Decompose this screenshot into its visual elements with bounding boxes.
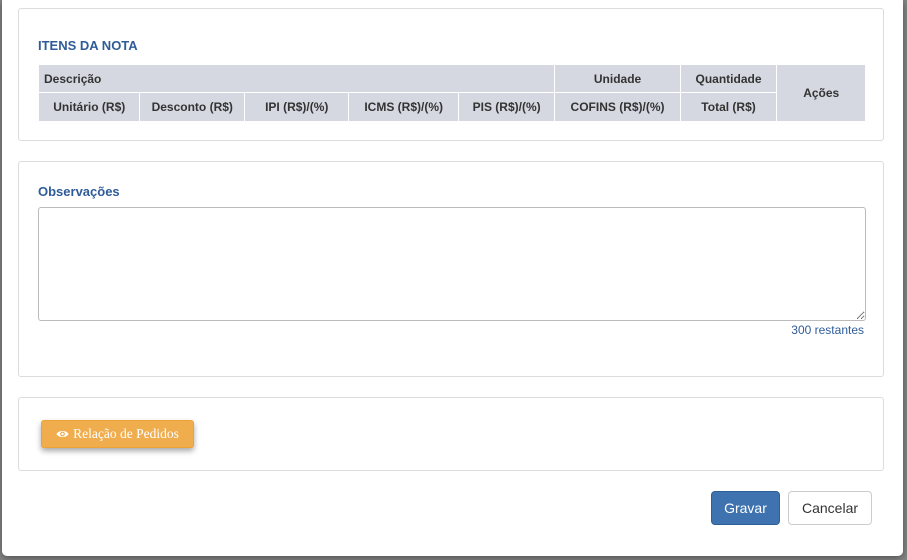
col-desconto: Desconto (R$) (139, 92, 246, 122)
itens-panel: ITENS DA NOTA Descrição Unidade Quantida… (18, 8, 884, 141)
col-descricao: Descrição (37, 64, 556, 93)
col-quantidade: Quantidade (679, 64, 778, 93)
observacoes-title: Observações (38, 184, 120, 199)
col-acoes: Ações (776, 64, 866, 122)
relacao-pedidos-label: Relação de Pedidos (73, 426, 179, 441)
relacao-pedidos-button[interactable]: Relação de Pedidos (41, 420, 194, 448)
col-unitario: Unitário (R$) (37, 92, 141, 122)
save-button[interactable]: Gravar (711, 491, 780, 525)
col-total: Total (R$) (679, 92, 778, 122)
table-header-row: Unitário (R$) Desconto (R$) IPI (R$)/(%)… (37, 92, 866, 122)
table-header-row: Descrição Unidade Quantidade Ações (37, 64, 866, 122)
itens-title: ITENS DA NOTA (38, 38, 138, 53)
col-ipi: IPI (R$)/(%) (244, 92, 350, 122)
eye-icon (56, 429, 69, 439)
observacoes-textarea[interactable] (38, 207, 866, 321)
invoice-modal: ITENS DA NOTA Descrição Unidade Quantida… (2, 0, 903, 556)
remaining-chars-counter: 300 restantes (791, 323, 864, 337)
itens-table: Descrição Unidade Quantidade Ações Unitá… (37, 64, 866, 122)
pedidos-panel: Relação de Pedidos (18, 397, 884, 471)
col-cofins: COFINS (R$)/(%) (554, 92, 681, 122)
col-unidade: Unidade (554, 64, 681, 93)
col-pis: PIS (R$)/(%) (457, 92, 556, 122)
cancel-button[interactable]: Cancelar (788, 491, 872, 525)
col-icms: ICMS (R$)/(%) (348, 92, 459, 122)
observacoes-panel: Observações 300 restantes (18, 161, 884, 377)
